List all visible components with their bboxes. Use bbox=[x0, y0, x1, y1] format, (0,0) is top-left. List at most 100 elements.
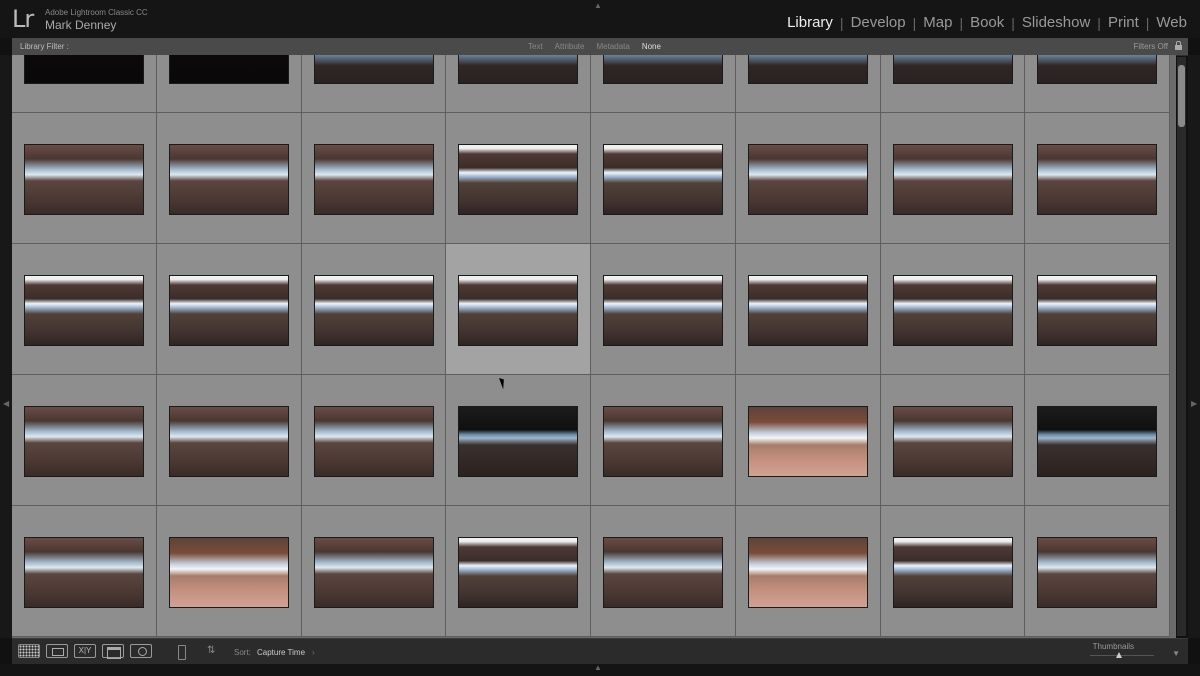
photo-thumbnail[interactable] bbox=[458, 275, 579, 346]
thumbnail-slider-knob[interactable] bbox=[1116, 652, 1122, 658]
grid-cell[interactable] bbox=[156, 506, 302, 637]
photo-thumbnail[interactable] bbox=[892, 406, 1013, 477]
grid-cell[interactable] bbox=[1025, 113, 1170, 244]
grid-cell[interactable] bbox=[880, 506, 1026, 637]
module-library[interactable]: Library bbox=[780, 14, 840, 31]
grid-cell[interactable] bbox=[301, 244, 447, 375]
module-develop[interactable]: Develop bbox=[844, 14, 913, 31]
photo-thumbnail[interactable] bbox=[458, 55, 579, 84]
grid-cell[interactable] bbox=[591, 244, 736, 375]
grid-cell[interactable] bbox=[446, 55, 591, 113]
grid-cell[interactable] bbox=[156, 55, 302, 113]
grid-cell[interactable] bbox=[446, 113, 591, 244]
grid-cell[interactable] bbox=[156, 244, 302, 375]
grid-cell[interactable] bbox=[446, 506, 591, 637]
grid-cell[interactable] bbox=[880, 375, 1026, 506]
grid-cell[interactable] bbox=[12, 244, 157, 375]
photo-thumbnail[interactable] bbox=[24, 55, 144, 84]
photo-thumbnail[interactable] bbox=[747, 55, 868, 84]
module-slideshow[interactable]: Slideshow bbox=[1015, 14, 1097, 31]
photo-thumbnail[interactable] bbox=[603, 537, 723, 608]
photo-thumbnail[interactable] bbox=[603, 144, 723, 215]
module-print[interactable]: Print bbox=[1101, 14, 1146, 31]
grid-cell[interactable] bbox=[301, 55, 447, 113]
photo-thumbnail[interactable] bbox=[892, 275, 1013, 346]
photo-thumbnail[interactable] bbox=[1037, 406, 1158, 477]
grid-cell[interactable] bbox=[301, 506, 447, 637]
grid-cell[interactable] bbox=[880, 244, 1026, 375]
sort-chevron-icon[interactable]: › bbox=[312, 648, 315, 657]
grid-cell[interactable] bbox=[12, 375, 157, 506]
grid-cell[interactable] bbox=[12, 506, 157, 637]
painter-icon[interactable] bbox=[178, 645, 186, 660]
module-map[interactable]: Map bbox=[916, 14, 959, 31]
photo-thumbnail[interactable] bbox=[168, 55, 289, 84]
photo-thumbnail[interactable] bbox=[313, 406, 434, 477]
right-panel-toggle-icon[interactable]: ▶ bbox=[1191, 399, 1197, 408]
module-web[interactable]: Web bbox=[1149, 14, 1194, 31]
photo-thumbnail[interactable] bbox=[24, 275, 144, 346]
grid-cell[interactable] bbox=[446, 244, 591, 375]
grid-cell[interactable] bbox=[301, 113, 447, 244]
grid-cell[interactable] bbox=[12, 55, 157, 113]
photo-thumbnail[interactable] bbox=[313, 55, 434, 84]
grid-cell[interactable] bbox=[1025, 375, 1170, 506]
grid-cell[interactable] bbox=[156, 113, 302, 244]
filter-option-attribute[interactable]: Attribute bbox=[549, 42, 591, 51]
photo-thumbnail[interactable] bbox=[168, 144, 289, 215]
photo-thumbnail[interactable] bbox=[458, 144, 579, 215]
grid-cell[interactable] bbox=[735, 55, 881, 113]
grid-cell[interactable] bbox=[1025, 506, 1170, 637]
loupe-view-button[interactable] bbox=[46, 644, 68, 658]
grid-cell[interactable] bbox=[1025, 244, 1170, 375]
photo-thumbnail[interactable] bbox=[747, 275, 868, 346]
photo-thumbnail[interactable] bbox=[24, 144, 144, 215]
grid-cell[interactable] bbox=[735, 113, 881, 244]
lock-icon[interactable] bbox=[1175, 41, 1182, 50]
grid-cell[interactable] bbox=[446, 375, 591, 506]
bottom-panel-toggle-icon[interactable]: ▲ bbox=[594, 663, 602, 672]
grid-cell[interactable] bbox=[735, 375, 881, 506]
identity-plate[interactable]: Mark Denney bbox=[45, 18, 116, 32]
sort-dropdown[interactable]: Capture Time bbox=[257, 648, 305, 657]
thumbnail-size-slider[interactable] bbox=[1090, 652, 1154, 658]
photo-thumbnail[interactable] bbox=[892, 55, 1013, 84]
photo-thumbnail[interactable] bbox=[892, 144, 1013, 215]
photo-thumbnail[interactable] bbox=[603, 55, 723, 84]
toolbar-menu-chevron-icon[interactable]: ▼ bbox=[1172, 649, 1180, 658]
top-panel-toggle-icon[interactable]: ▲ bbox=[594, 1, 602, 10]
photo-thumbnail[interactable] bbox=[313, 275, 434, 346]
photo-thumbnail[interactable] bbox=[1037, 537, 1158, 608]
scrollbar-thumb[interactable] bbox=[1178, 65, 1185, 127]
grid-view-button[interactable] bbox=[18, 644, 40, 658]
photo-thumbnail[interactable] bbox=[1037, 144, 1158, 215]
sort-direction-icon[interactable]: ⇅ bbox=[207, 645, 215, 656]
module-book[interactable]: Book bbox=[963, 14, 1011, 31]
filter-option-metadata[interactable]: Metadata bbox=[590, 42, 635, 51]
grid-cell[interactable] bbox=[301, 375, 447, 506]
people-view-button[interactable] bbox=[130, 644, 152, 658]
photo-thumbnail[interactable] bbox=[458, 537, 579, 608]
grid-cell[interactable] bbox=[880, 113, 1026, 244]
photo-thumbnail[interactable] bbox=[24, 537, 144, 608]
photo-thumbnail[interactable] bbox=[168, 537, 289, 608]
grid-cell[interactable] bbox=[1025, 55, 1170, 113]
grid-cell[interactable] bbox=[591, 375, 736, 506]
photo-thumbnail[interactable] bbox=[24, 406, 144, 477]
photo-thumbnail[interactable] bbox=[1037, 55, 1158, 84]
photo-thumbnail[interactable] bbox=[1037, 275, 1158, 346]
grid-cell[interactable] bbox=[591, 506, 736, 637]
grid-scrollbar[interactable] bbox=[1177, 57, 1186, 636]
photo-thumbnail[interactable] bbox=[892, 537, 1013, 608]
grid-cell[interactable] bbox=[735, 244, 881, 375]
compare-view-button[interactable]: X|Y bbox=[74, 644, 96, 658]
photo-thumbnail[interactable] bbox=[458, 406, 579, 477]
photo-thumbnail[interactable] bbox=[168, 275, 289, 346]
photo-thumbnail[interactable] bbox=[747, 144, 868, 215]
filter-option-none[interactable]: None bbox=[636, 42, 667, 51]
grid-cell[interactable] bbox=[156, 375, 302, 506]
grid-cell[interactable] bbox=[12, 113, 157, 244]
photo-thumbnail[interactable] bbox=[168, 406, 289, 477]
filter-option-text[interactable]: Text bbox=[522, 42, 549, 51]
photo-thumbnail[interactable] bbox=[313, 144, 434, 215]
